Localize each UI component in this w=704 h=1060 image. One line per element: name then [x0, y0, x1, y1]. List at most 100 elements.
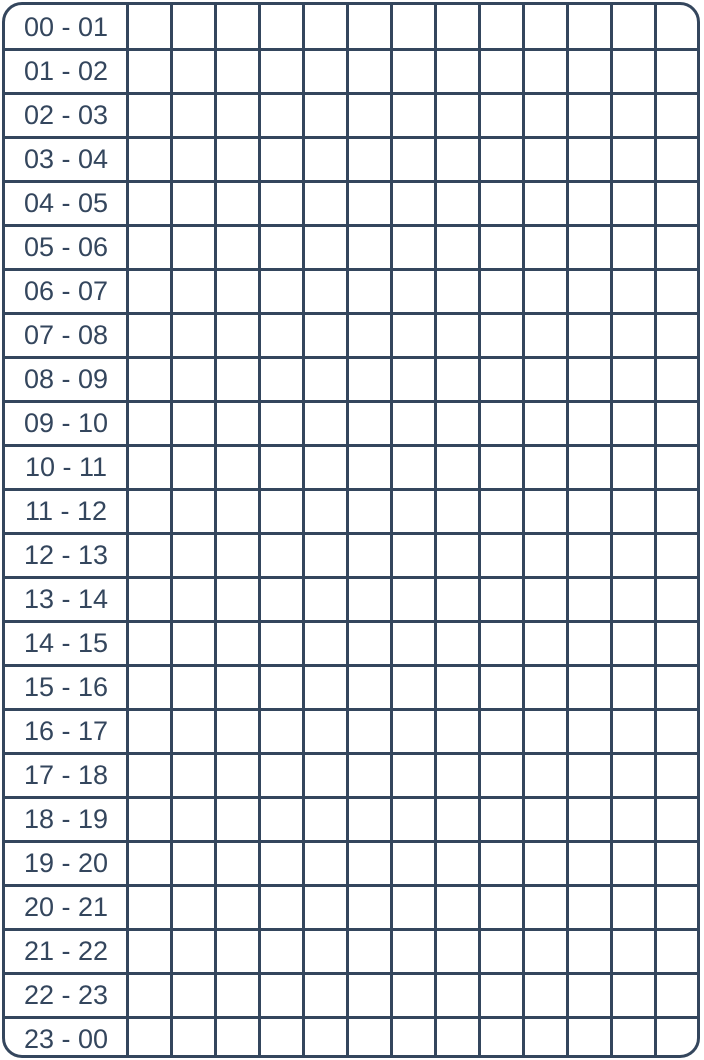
- tracker-cell[interactable]: [215, 269, 259, 313]
- tracker-cell[interactable]: [479, 533, 523, 577]
- tracker-cell[interactable]: [303, 401, 347, 445]
- tracker-cell[interactable]: [347, 929, 391, 973]
- tracker-cell[interactable]: [171, 313, 215, 357]
- tracker-cell[interactable]: [523, 929, 567, 973]
- tracker-cell[interactable]: [567, 1017, 611, 1055]
- tracker-cell[interactable]: [523, 1017, 567, 1055]
- tracker-cell[interactable]: [523, 577, 567, 621]
- tracker-cell[interactable]: [523, 137, 567, 181]
- tracker-cell[interactable]: [567, 445, 611, 489]
- tracker-cell[interactable]: [303, 929, 347, 973]
- tracker-cell[interactable]: [215, 1017, 259, 1055]
- tracker-cell[interactable]: [215, 357, 259, 401]
- tracker-cell[interactable]: [567, 841, 611, 885]
- tracker-cell[interactable]: [611, 357, 655, 401]
- tracker-cell[interactable]: [391, 973, 435, 1017]
- tracker-cell[interactable]: [303, 489, 347, 533]
- tracker-cell[interactable]: [567, 929, 611, 973]
- tracker-cell[interactable]: [127, 181, 171, 225]
- tracker-cell[interactable]: [215, 973, 259, 1017]
- tracker-cell[interactable]: [215, 665, 259, 709]
- tracker-cell[interactable]: [303, 797, 347, 841]
- tracker-cell[interactable]: [523, 5, 567, 49]
- tracker-cell[interactable]: [171, 665, 215, 709]
- tracker-cell[interactable]: [479, 93, 523, 137]
- tracker-cell[interactable]: [215, 445, 259, 489]
- tracker-cell[interactable]: [479, 665, 523, 709]
- tracker-cell[interactable]: [567, 533, 611, 577]
- tracker-cell[interactable]: [391, 1017, 435, 1055]
- tracker-cell[interactable]: [435, 533, 479, 577]
- tracker-cell[interactable]: [567, 5, 611, 49]
- tracker-cell[interactable]: [611, 225, 655, 269]
- tracker-cell[interactable]: [259, 973, 303, 1017]
- tracker-cell[interactable]: [303, 225, 347, 269]
- tracker-cell[interactable]: [611, 1017, 655, 1055]
- tracker-cell[interactable]: [391, 401, 435, 445]
- tracker-cell[interactable]: [171, 533, 215, 577]
- tracker-cell[interactable]: [655, 181, 697, 225]
- tracker-cell[interactable]: [259, 489, 303, 533]
- tracker-cell[interactable]: [127, 577, 171, 621]
- tracker-cell[interactable]: [259, 225, 303, 269]
- tracker-cell[interactable]: [347, 1017, 391, 1055]
- tracker-cell[interactable]: [567, 269, 611, 313]
- tracker-cell[interactable]: [171, 269, 215, 313]
- tracker-cell[interactable]: [479, 973, 523, 1017]
- tracker-cell[interactable]: [611, 269, 655, 313]
- tracker-cell[interactable]: [259, 1017, 303, 1055]
- tracker-cell[interactable]: [435, 269, 479, 313]
- tracker-cell[interactable]: [567, 753, 611, 797]
- tracker-cell[interactable]: [479, 137, 523, 181]
- tracker-cell[interactable]: [567, 665, 611, 709]
- tracker-cell[interactable]: [611, 313, 655, 357]
- tracker-cell[interactable]: [611, 665, 655, 709]
- tracker-cell[interactable]: [259, 841, 303, 885]
- tracker-cell[interactable]: [303, 137, 347, 181]
- tracker-cell[interactable]: [303, 49, 347, 93]
- tracker-cell[interactable]: [435, 93, 479, 137]
- tracker-cell[interactable]: [171, 797, 215, 841]
- tracker-cell[interactable]: [391, 357, 435, 401]
- tracker-cell[interactable]: [479, 313, 523, 357]
- tracker-cell[interactable]: [391, 753, 435, 797]
- tracker-cell[interactable]: [303, 841, 347, 885]
- tracker-cell[interactable]: [611, 709, 655, 753]
- tracker-cell[interactable]: [523, 489, 567, 533]
- tracker-cell[interactable]: [347, 885, 391, 929]
- tracker-cell[interactable]: [215, 401, 259, 445]
- tracker-cell[interactable]: [611, 577, 655, 621]
- tracker-cell[interactable]: [347, 445, 391, 489]
- tracker-cell[interactable]: [523, 753, 567, 797]
- tracker-cell[interactable]: [655, 709, 697, 753]
- tracker-cell[interactable]: [391, 181, 435, 225]
- tracker-cell[interactable]: [259, 577, 303, 621]
- tracker-cell[interactable]: [435, 577, 479, 621]
- tracker-cell[interactable]: [215, 797, 259, 841]
- tracker-cell[interactable]: [127, 269, 171, 313]
- tracker-cell[interactable]: [215, 49, 259, 93]
- tracker-cell[interactable]: [435, 753, 479, 797]
- tracker-cell[interactable]: [567, 181, 611, 225]
- tracker-cell[interactable]: [435, 313, 479, 357]
- tracker-cell[interactable]: [567, 93, 611, 137]
- tracker-cell[interactable]: [215, 577, 259, 621]
- tracker-cell[interactable]: [435, 709, 479, 753]
- tracker-cell[interactable]: [655, 313, 697, 357]
- tracker-cell[interactable]: [523, 401, 567, 445]
- tracker-cell[interactable]: [347, 5, 391, 49]
- tracker-cell[interactable]: [171, 1017, 215, 1055]
- tracker-cell[interactable]: [391, 489, 435, 533]
- tracker-cell[interactable]: [391, 49, 435, 93]
- tracker-cell[interactable]: [391, 709, 435, 753]
- tracker-cell[interactable]: [303, 973, 347, 1017]
- tracker-cell[interactable]: [523, 49, 567, 93]
- tracker-cell[interactable]: [655, 577, 697, 621]
- tracker-cell[interactable]: [347, 797, 391, 841]
- tracker-cell[interactable]: [215, 181, 259, 225]
- tracker-cell[interactable]: [171, 401, 215, 445]
- tracker-cell[interactable]: [259, 709, 303, 753]
- tracker-cell[interactable]: [567, 401, 611, 445]
- tracker-cell[interactable]: [171, 841, 215, 885]
- tracker-cell[interactable]: [171, 225, 215, 269]
